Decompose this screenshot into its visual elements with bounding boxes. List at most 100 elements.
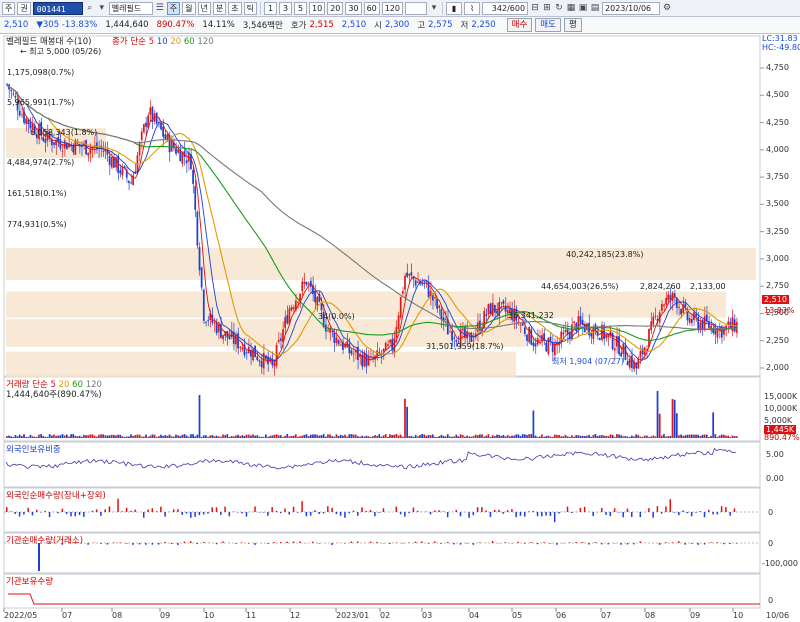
- volume-bar: [357, 436, 359, 438]
- grid-icon[interactable]: ▦: [566, 3, 576, 14]
- search-icon[interactable]: ⌕: [85, 3, 95, 14]
- volume-bar: [671, 399, 674, 438]
- inst-net-bar: [138, 543, 141, 545]
- volume-bar: [170, 436, 173, 438]
- candle-body: [549, 336, 552, 341]
- foreign-net-bar: [708, 509, 710, 512]
- calendar-icon[interactable]: ▤: [590, 3, 600, 14]
- menu-button-1[interactable]: 주: [2, 1, 16, 15]
- gear-icon[interactable]: ⚙: [662, 3, 672, 14]
- candle-body: [434, 297, 436, 299]
- volume-bar: [425, 435, 428, 438]
- period-tick-button[interactable]: 틱: [243, 1, 257, 15]
- period-second-button[interactable]: 초: [228, 1, 242, 15]
- minute-120-button[interactable]: 120: [381, 1, 404, 15]
- volume-bar: [609, 434, 612, 438]
- candle-body: [119, 170, 122, 174]
- volume-bar: [384, 434, 387, 438]
- minute-30-button[interactable]: 30: [345, 1, 362, 15]
- foreign-net-bar: [622, 512, 624, 518]
- foreign-net-bar: [185, 512, 188, 514]
- candle-body: [408, 273, 411, 276]
- inst-net-bar: [235, 543, 237, 544]
- volume-bar: [307, 436, 310, 438]
- volume-bar: [18, 434, 21, 438]
- volume-bar: [226, 434, 229, 438]
- minute-60-button[interactable]: 60: [363, 1, 380, 15]
- candle-body: [680, 309, 682, 315]
- volume-bar: [479, 434, 481, 438]
- volume-bar: [329, 434, 331, 438]
- minute-20-button[interactable]: 20: [327, 1, 344, 15]
- period-year-button[interactable]: 년: [197, 1, 211, 15]
- stock-name-field[interactable]: 벨레필드: [108, 1, 153, 15]
- refresh-icon[interactable]: ↻: [554, 3, 564, 14]
- minus-icon[interactable]: ⊟: [530, 3, 540, 14]
- inst-net-bar: [145, 543, 147, 545]
- line-type-button[interactable]: ⌇: [464, 1, 481, 15]
- inst-net-bar: [671, 542, 674, 543]
- volume-bar: [545, 436, 548, 438]
- minute-1-button[interactable]: 1: [264, 1, 277, 15]
- bar-type-button[interactable]: ▮: [446, 1, 463, 15]
- stock-code-input[interactable]: 001441: [32, 1, 83, 15]
- foreign-net-bar: [468, 512, 470, 518]
- volume-bar: [269, 435, 272, 438]
- volume-bar: [175, 434, 177, 438]
- foreign-net-bar: [108, 506, 111, 512]
- foreign-net-bar: [211, 507, 213, 512]
- period-minute-button[interactable]: 분: [212, 1, 227, 15]
- volume-bar: [327, 434, 329, 438]
- volume-bar: [598, 435, 601, 438]
- chevron-down-icon[interactable]: ▾: [97, 3, 107, 14]
- inst-net-bar: [523, 543, 526, 544]
- period-day-button[interactable]: 주: [166, 1, 181, 15]
- minute-10-button[interactable]: 10: [309, 1, 326, 15]
- save-icon[interactable]: ▣: [578, 3, 588, 14]
- menu-button-2[interactable]: 권: [17, 1, 31, 15]
- candle-body: [406, 272, 408, 277]
- candle-body: [451, 331, 453, 341]
- inst-net-bar: [735, 543, 738, 544]
- sell-button[interactable]: 매도: [535, 18, 561, 32]
- volume-bar: [663, 434, 665, 438]
- minute-3-button[interactable]: 3: [279, 1, 292, 15]
- foreign-net-bar: [429, 512, 432, 515]
- x-tick-label: 04: [469, 611, 480, 620]
- minute-5-button[interactable]: 5: [294, 1, 307, 15]
- buy-button[interactable]: 매수: [506, 18, 533, 32]
- date-field[interactable]: 2023/10/06: [602, 1, 661, 15]
- volume-bar: [481, 434, 483, 438]
- foreign-net-bar: [609, 512, 612, 517]
- low-annotation-text: 최저 1,904 (07/27): [552, 357, 625, 366]
- volume-pane-frame: [3, 376, 761, 442]
- volume-bar: [389, 434, 391, 438]
- plus-icon[interactable]: ⊞: [542, 3, 552, 14]
- volume-bar: [70, 434, 72, 438]
- volume-bar: [468, 436, 471, 438]
- volume-bar: [239, 435, 242, 438]
- stock-chart[interactable]: 벨레필드 매봉대 수(10) 종가 단순 5 10 20 60 120 LC:3…: [0, 34, 800, 622]
- volume-bar: [549, 436, 552, 438]
- open-label: 시: [374, 21, 382, 31]
- custom-period-input[interactable]: [405, 1, 428, 15]
- inst-net-bar: [620, 543, 622, 545]
- volume-pct-tag: 890.47%: [764, 433, 800, 442]
- chart-canvas[interactable]: [0, 34, 800, 622]
- period-month-button[interactable]: 월: [182, 1, 196, 15]
- candle-body: [297, 301, 299, 303]
- volume-bar: [410, 436, 413, 438]
- candle-body: [213, 322, 216, 324]
- eval-button[interactable]: 평: [563, 18, 582, 32]
- chevron-down-icon[interactable]: ▾: [429, 3, 439, 14]
- volume-bar: [656, 390, 659, 438]
- volume-bar: [365, 435, 368, 438]
- foreign-net-bar: [322, 512, 325, 514]
- foreign-net-bar: [506, 510, 509, 512]
- data-count-field[interactable]: 342/600: [482, 1, 529, 15]
- foreign-net-bar: [361, 507, 363, 512]
- foreign-net-bar: [288, 512, 291, 515]
- list-icon[interactable]: ☰: [155, 3, 165, 14]
- volume-bar: [14, 435, 17, 438]
- candle-body: [177, 149, 179, 153]
